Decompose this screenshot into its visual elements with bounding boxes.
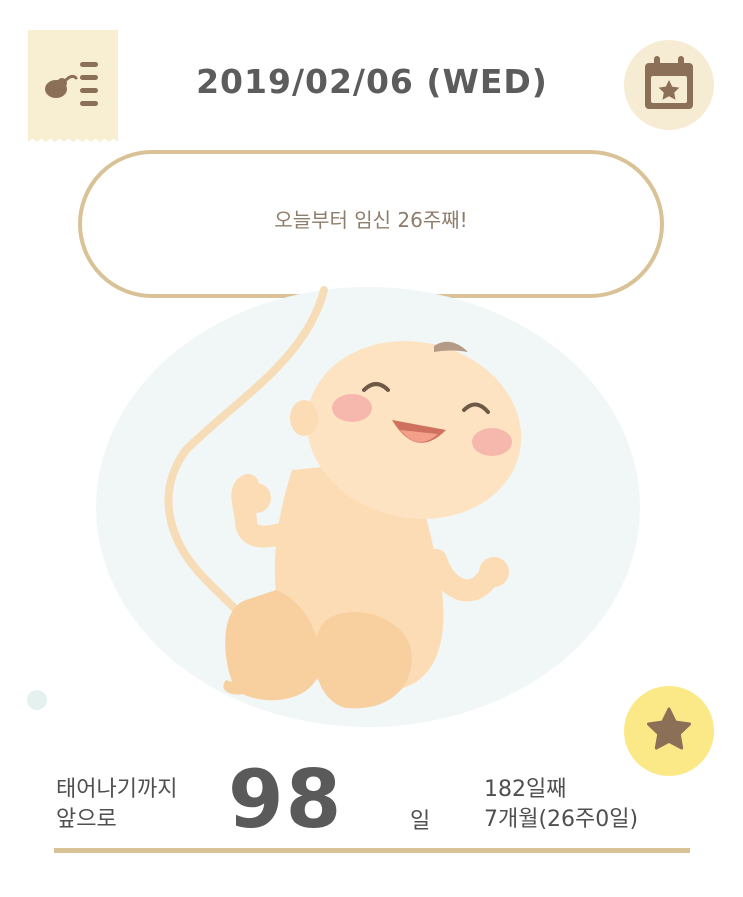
- journal-list-icon: [45, 62, 98, 106]
- calendar-button[interactable]: [624, 40, 714, 130]
- countdown-label: 태어나기까지: [56, 777, 178, 802]
- favorite-button[interactable]: [624, 686, 714, 776]
- baby-illustration: [96, 286, 640, 727]
- days-left-number: 98: [228, 753, 344, 846]
- countdown-sublabel: 앞으로: [56, 807, 117, 832]
- decorative-dot: [27, 690, 47, 710]
- calendar-star-icon: [645, 56, 693, 109]
- pregnancy-day-count: 182일째: [484, 777, 567, 802]
- star-icon: [647, 707, 691, 750]
- pregnancy-month-week: 7개월(26주0일): [484, 807, 639, 832]
- bubble-message: 오늘부터 임신 26주째!: [274, 208, 468, 232]
- days-unit: 일: [410, 809, 431, 834]
- date-title: 2019/02/06 (WED): [196, 62, 548, 101]
- journal-button[interactable]: [28, 30, 118, 142]
- divider: [54, 848, 690, 853]
